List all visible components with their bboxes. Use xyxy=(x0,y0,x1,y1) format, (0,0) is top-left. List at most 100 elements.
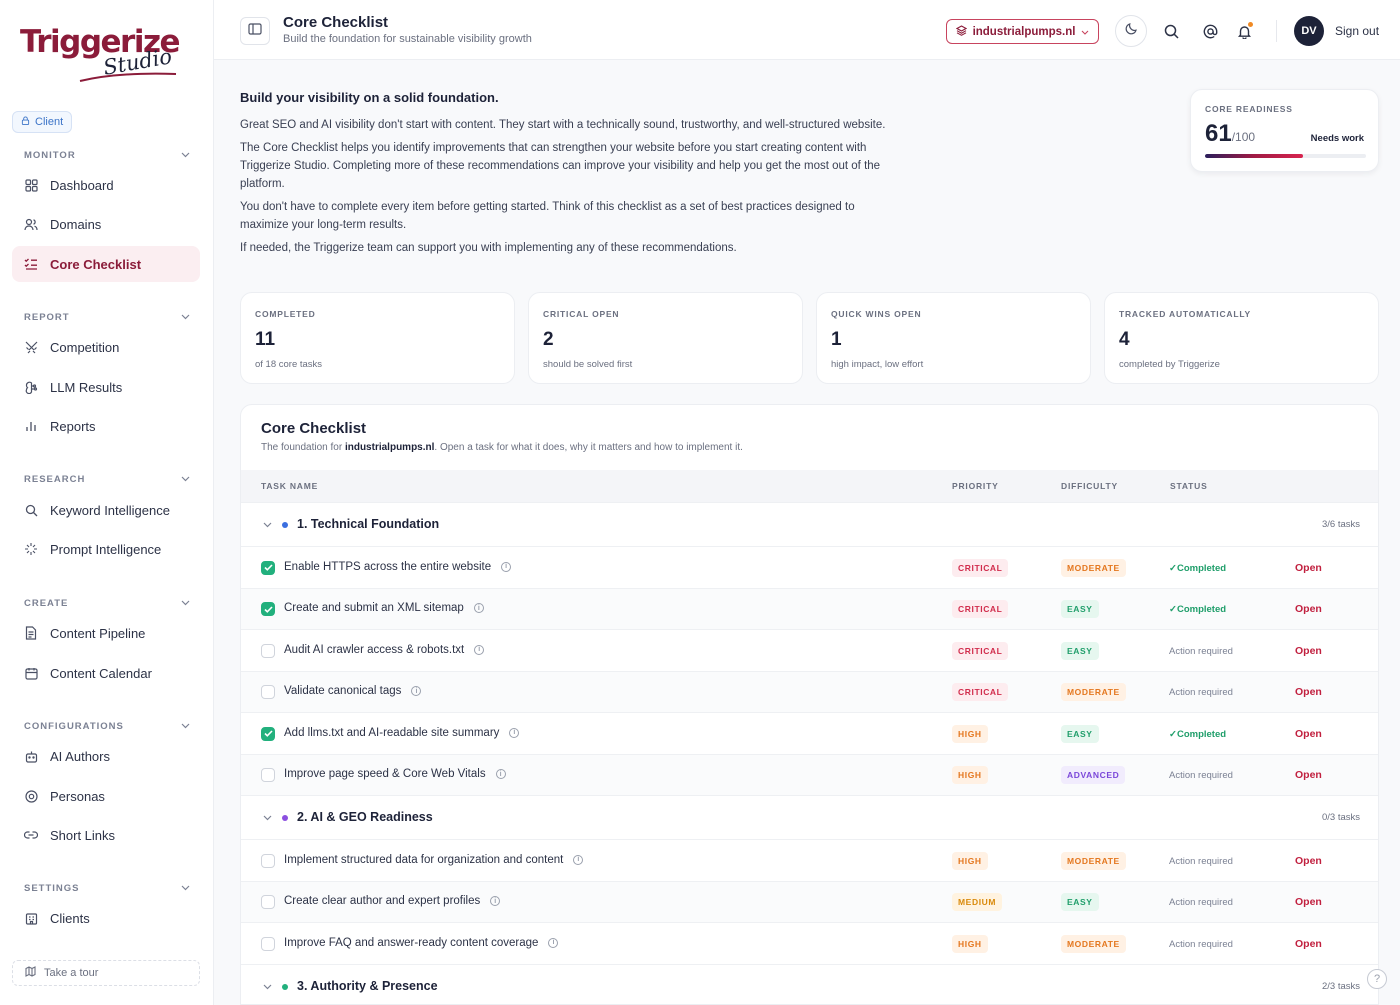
info-icon[interactable]: i xyxy=(411,686,422,697)
intro-section: Build your visibility on a solid foundat… xyxy=(240,90,890,262)
group-row[interactable]: 1. Technical Foundation 3/6 tasks xyxy=(241,502,1378,546)
table-row[interactable]: Validate canonical tags i CRITICAL MODERATE… xyxy=(241,670,1378,712)
theme-toggle-button[interactable] xyxy=(1115,15,1147,47)
take-a-tour-button[interactable]: Take a tour xyxy=(12,960,200,986)
bell-icon[interactable] xyxy=(1235,22,1253,40)
search-icon[interactable] xyxy=(1162,22,1180,40)
info-icon[interactable]: i xyxy=(490,896,501,907)
moon-icon xyxy=(1125,22,1138,40)
table-row[interactable]: Improve FAQ and answer-ready content cov… xyxy=(241,922,1378,964)
task-name[interactable]: Add llms.txt and AI-readable site summar… xyxy=(284,727,520,739)
task-checkbox[interactable] xyxy=(261,768,275,783)
open-task-link[interactable]: Open xyxy=(1295,938,1322,950)
column-difficulty[interactable]: DIFFICULTY xyxy=(1061,481,1118,491)
open-task-link[interactable]: Open xyxy=(1295,728,1322,740)
column-task-name[interactable]: TASK NAME xyxy=(261,481,318,491)
section-create[interactable]: CREATE xyxy=(24,598,190,609)
sidebar-item-competition[interactable]: Competition xyxy=(12,329,200,365)
sidebar-item-short-links[interactable]: Short Links xyxy=(12,817,200,853)
stat-label: COMPLETED xyxy=(255,309,316,319)
avatar[interactable]: DV xyxy=(1294,16,1324,46)
table-row[interactable]: Improve page speed & Core Web Vitals i HIG… xyxy=(241,753,1378,795)
task-checkbox[interactable] xyxy=(261,560,275,575)
task-checkbox[interactable] xyxy=(261,853,275,868)
task-checkbox[interactable] xyxy=(261,895,275,910)
task-name[interactable]: Create clear author and expert profiles i xyxy=(284,895,501,907)
chevron-down-icon[interactable] xyxy=(261,981,273,993)
status-text: Action required xyxy=(1169,938,1233,950)
group-row[interactable]: 2. AI & GEO Readiness 0/3 tasks xyxy=(241,795,1378,839)
info-icon[interactable]: i xyxy=(501,561,512,572)
help-button[interactable]: ? xyxy=(1367,969,1387,989)
task-checkbox[interactable] xyxy=(261,602,275,617)
sidebar-item-personas[interactable]: Personas xyxy=(12,778,200,814)
intro-paragraph: You don't have to complete every item be… xyxy=(240,201,855,231)
page-subtitle: Build the foundation for sustainable vis… xyxy=(283,33,532,45)
task-name[interactable]: Improve page speed & Core Web Vitals i xyxy=(284,768,506,780)
sidebar-item-keyword-intelligence[interactable]: Keyword Intelligence xyxy=(12,492,200,528)
info-icon[interactable]: i xyxy=(509,727,520,738)
chevron-down-icon[interactable] xyxy=(261,519,273,531)
mentions-icon[interactable] xyxy=(1201,22,1219,40)
priority-badge: CRITICAL xyxy=(952,558,1009,577)
task-name[interactable]: Improve FAQ and answer-ready content cov… xyxy=(284,937,559,949)
readiness-status: Needs work xyxy=(1310,133,1364,144)
readiness-progress-bar xyxy=(1205,154,1366,158)
open-task-link[interactable]: Open xyxy=(1295,686,1322,698)
sidebar-item-content-pipeline[interactable]: Content Pipeline xyxy=(12,615,200,651)
difficulty-badge: MODERATE xyxy=(1061,558,1126,577)
section-research[interactable]: RESEARCH xyxy=(24,474,190,485)
section-settings[interactable]: SETTINGS xyxy=(24,883,190,894)
task-name[interactable]: Implement structured data for organizati… xyxy=(284,854,584,866)
table-row[interactable]: Create clear author and expert profiles i… xyxy=(241,880,1378,922)
section-configurations[interactable]: CONFIGURATIONS xyxy=(24,721,190,732)
sidebar-item-ai-authors[interactable]: AI Authors xyxy=(12,738,200,774)
readiness-score-value: 61 xyxy=(1205,120,1232,147)
open-task-link[interactable]: Open xyxy=(1295,855,1322,867)
open-task-link[interactable]: Open xyxy=(1295,896,1322,908)
section-report[interactable]: REPORT xyxy=(24,312,190,323)
column-priority[interactable]: PRIORITY xyxy=(952,481,999,491)
info-icon[interactable]: i xyxy=(495,769,506,780)
task-checkbox[interactable] xyxy=(261,643,275,658)
sidebar-item-label: Core Checklist xyxy=(50,256,142,272)
sidebar-item-prompt-intelligence[interactable]: Prompt Intelligence xyxy=(12,531,200,567)
task-name[interactable]: Validate canonical tags i xyxy=(284,685,422,697)
table-row[interactable]: Enable HTTPS across the entire website i C… xyxy=(241,546,1378,588)
sidebar-item-content-calendar[interactable]: Content Calendar xyxy=(12,655,200,691)
task-checkbox[interactable] xyxy=(261,936,275,951)
table-row[interactable]: Add llms.txt and AI-readable site summar… xyxy=(241,712,1378,754)
task-name[interactable]: Enable HTTPS across the entire website i xyxy=(284,561,512,573)
task-checkbox[interactable] xyxy=(261,685,275,700)
table-row[interactable]: Implement structured data for organizati… xyxy=(241,839,1378,881)
domain-selector[interactable]: industrialpumps.nl xyxy=(946,19,1099,44)
table-row[interactable]: Create and submit an XML sitemap i CRITICA… xyxy=(241,587,1378,629)
sidebar-item-reports[interactable]: Reports xyxy=(12,408,200,444)
sidebar-item-dashboard[interactable]: Dashboard xyxy=(12,167,200,203)
stat-desc: high impact, low effort xyxy=(831,359,924,370)
info-icon[interactable]: i xyxy=(548,937,559,948)
group-row[interactable]: 3. Authority & Presence 2/3 tasks xyxy=(241,963,1378,1004)
sidebar-item-label: Short Links xyxy=(50,827,116,843)
info-icon[interactable]: i xyxy=(473,603,484,614)
open-task-link[interactable]: Open xyxy=(1295,769,1322,781)
open-task-link[interactable]: Open xyxy=(1295,603,1322,615)
sidebar-toggle-button[interactable] xyxy=(240,17,270,45)
chevron-down-icon[interactable] xyxy=(261,812,273,824)
open-task-link[interactable]: Open xyxy=(1295,562,1322,574)
task-name[interactable]: Create and submit an XML sitemap i xyxy=(284,602,484,614)
sidebar-item-llm-results[interactable]: LLM Results xyxy=(12,369,200,405)
sidebar-item-core-checklist[interactable]: Core Checklist xyxy=(12,246,200,282)
column-status[interactable]: STATUS xyxy=(1170,481,1208,491)
sign-out-link[interactable]: Sign out xyxy=(1335,24,1379,38)
task-name[interactable]: Audit AI crawler access & robots.txt i xyxy=(284,644,485,656)
section-monitor[interactable]: MONITOR xyxy=(24,150,190,161)
sidebar-item-clients[interactable]: Clients xyxy=(12,900,200,936)
table-row[interactable]: Audit AI crawler access & robots.txt i CRI… xyxy=(241,629,1378,671)
sidebar-item-domains[interactable]: Domains xyxy=(12,206,200,242)
open-task-link[interactable]: Open xyxy=(1295,645,1322,657)
triggerize-logo[interactable]: Triggerize Studio xyxy=(20,24,181,90)
info-icon[interactable]: i xyxy=(573,854,584,865)
info-icon[interactable]: i xyxy=(474,644,485,655)
task-checkbox[interactable] xyxy=(261,726,275,741)
